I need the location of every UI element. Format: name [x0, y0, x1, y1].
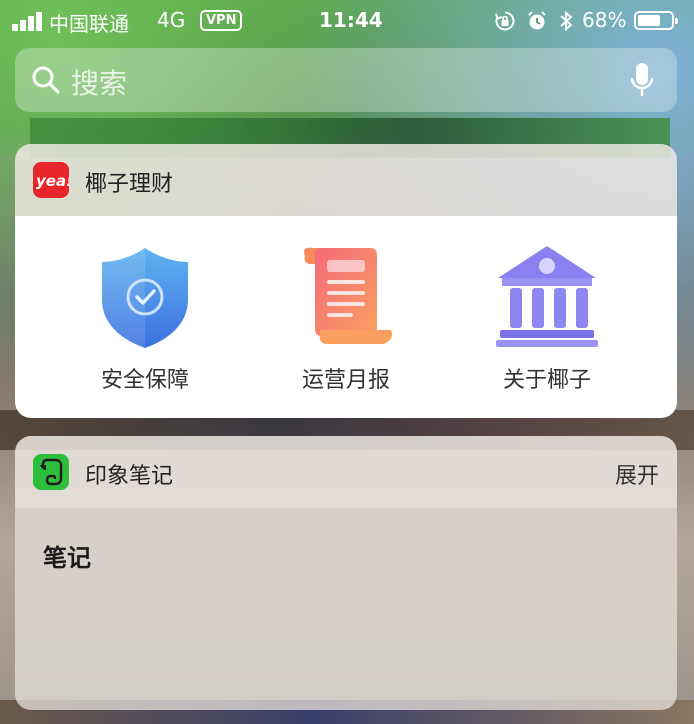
search-icon	[32, 66, 60, 94]
clock: 11:44	[319, 8, 383, 32]
yezi-widget-header[interactable]: yea! 椰子理财	[15, 144, 677, 216]
shield-check-icon	[102, 248, 188, 348]
battery-level	[638, 15, 660, 26]
vpn-badge: VPN	[200, 10, 243, 31]
report-scroll-icon	[304, 247, 392, 344]
evernote-elephant-icon	[33, 454, 69, 490]
yezi-item-security[interactable]: 安全保障	[45, 242, 245, 394]
rotation-lock-icon	[495, 11, 515, 31]
yezi-widget: yea! 椰子理财 安全保障	[15, 144, 677, 418]
yezi-item-label: 安全保障	[100, 368, 189, 393]
microphone-icon[interactable]	[631, 62, 653, 98]
note-heading[interactable]: 笔记	[43, 538, 91, 573]
evernote-widget: 印象笔记 展开 笔记	[15, 436, 677, 710]
alarm-icon	[528, 11, 546, 30]
yezi-widget-body: 安全保障 运营月报 关于椰子	[15, 216, 677, 418]
bluetooth-icon	[560, 10, 573, 32]
yezi-widget-title: 椰子理财	[85, 172, 174, 197]
evernote-widget-body: 笔记	[15, 508, 677, 710]
yea-logo-icon: yea!	[33, 162, 73, 198]
expand-button[interactable]: 展开	[615, 458, 659, 490]
search-input[interactable]: 搜索	[71, 62, 127, 102]
battery-percentage: 68%	[582, 8, 627, 32]
yezi-item-monthly-report[interactable]: 运营月报	[246, 242, 446, 394]
yezi-item-about[interactable]: 关于椰子	[447, 242, 647, 394]
svg-text:yea!: yea!	[36, 172, 69, 190]
yezi-item-label: 关于椰子	[502, 368, 591, 393]
yezi-item-label: 运营月报	[301, 368, 390, 393]
signal-strength-icon	[12, 11, 46, 31]
carrier-name: 中国联通	[49, 12, 129, 36]
bank-building-icon	[496, 246, 598, 347]
status-icons	[494, 8, 574, 34]
evernote-widget-header[interactable]: 印象笔记 展开	[15, 436, 677, 508]
status-bar: 中国联通 4G VPN 11:44 68%	[0, 0, 694, 42]
network-type: 4G	[157, 8, 186, 32]
battery-icon	[634, 11, 678, 30]
search-bar[interactable]: 搜索	[15, 48, 677, 112]
evernote-widget-title: 印象笔记	[85, 464, 174, 489]
